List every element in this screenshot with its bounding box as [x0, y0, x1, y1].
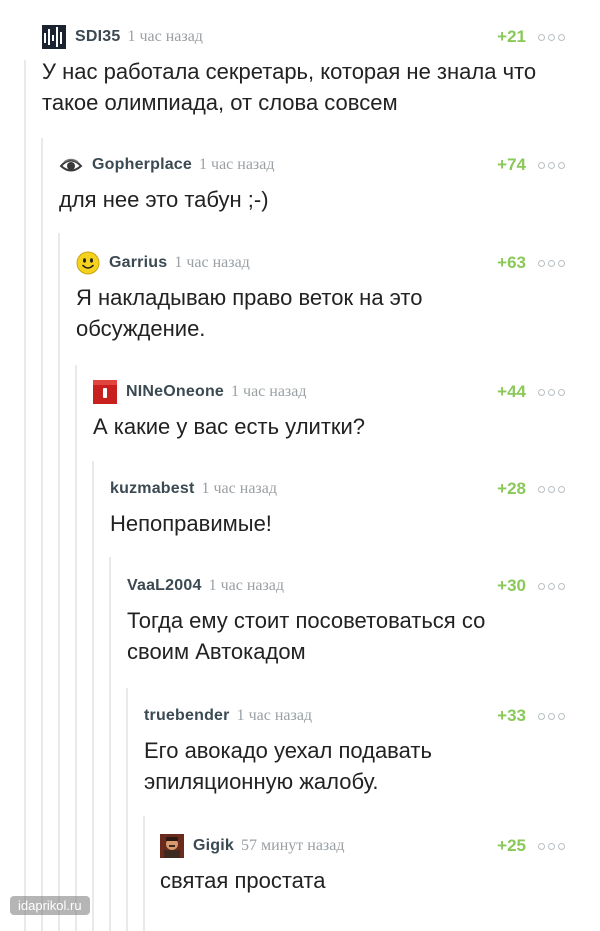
username[interactable]: Garrius [109, 254, 167, 272]
rating: +28 [497, 476, 565, 502]
watermark: idaprikol.ru [10, 896, 90, 915]
comment-header: Gopherplace 1 час назад [59, 152, 275, 178]
score: +74 [497, 155, 526, 174]
more-options-icon[interactable] [538, 33, 565, 41]
timestamp: 1 час назад [127, 28, 203, 45]
comment-text: Я накладываю право веток на это обсужден… [76, 285, 423, 341]
comment-text: А какие у вас есть улитки? [93, 414, 366, 439]
rating: +63 [497, 250, 565, 276]
red-phone-avatar-icon[interactable] [93, 380, 117, 404]
comment-text: святая простата [160, 868, 326, 893]
rating: +30 [497, 573, 565, 599]
thread-line [109, 557, 111, 931]
thread-line [75, 365, 77, 931]
comment-header: Gigik 57 минут назад [160, 833, 344, 859]
score: +21 [497, 27, 526, 46]
score: +28 [497, 479, 526, 498]
rating: +25 [497, 833, 565, 859]
thread-line [24, 60, 26, 931]
score: +30 [497, 576, 526, 595]
timestamp: 1 час назад [231, 383, 307, 400]
username[interactable]: truebender [144, 707, 230, 725]
portrait-avatar-icon[interactable] [160, 834, 184, 858]
comment-text: для нее это табун ;-) [59, 187, 269, 212]
more-options-icon[interactable] [538, 842, 565, 850]
score: +25 [497, 836, 526, 855]
comment-text: Непоправимые! [110, 511, 272, 536]
timestamp: 1 час назад [236, 707, 313, 724]
rating: +74 [497, 152, 565, 178]
thread-line [41, 138, 43, 931]
eye-logo-avatar-icon[interactable] [59, 153, 83, 177]
username[interactable]: Gigik [193, 837, 234, 855]
thread-line [143, 816, 145, 931]
username[interactable]: kuzmabest [110, 480, 195, 498]
more-options-icon[interactable] [538, 485, 565, 493]
score: +44 [497, 382, 526, 401]
timestamp: 57 минут назад [241, 837, 345, 854]
comment-header: truebender 1 час назад [144, 703, 312, 729]
username[interactable]: SDI35 [75, 28, 120, 46]
comment-header: Garrius 1 час назад [76, 250, 250, 276]
score: +63 [497, 253, 526, 272]
thread-line [92, 461, 94, 931]
username[interactable]: NINeOneone [126, 383, 224, 401]
comment-text: Тогда ему стоит посоветоваться со своим … [127, 608, 486, 664]
comment-header: kuzmabest 1 час назад [110, 476, 277, 502]
comment-header: VaaL2004 1 час назад [127, 573, 284, 599]
timestamp: 1 час назад [208, 577, 285, 594]
comment-header: NINeOneone 1 час назад [93, 379, 307, 405]
more-options-icon[interactable] [538, 161, 565, 169]
more-options-icon[interactable] [538, 712, 565, 720]
equalizer-avatar-icon[interactable] [42, 25, 66, 49]
timestamp: 1 час назад [199, 156, 275, 173]
more-options-icon[interactable] [538, 259, 565, 267]
smiley-face-avatar-icon[interactable] [76, 251, 100, 275]
rating: +21 [497, 24, 565, 50]
timestamp: 1 час назад [201, 480, 277, 497]
thread-line [126, 688, 128, 931]
comment-text: Его авокадо уехал подавать эпиляционную … [144, 738, 432, 794]
score: +33 [497, 706, 526, 725]
more-options-icon[interactable] [538, 582, 565, 590]
rating: +33 [497, 703, 565, 729]
rating: +44 [497, 379, 565, 405]
username[interactable]: VaaL2004 [127, 577, 202, 595]
comment-header: SDI35 1 час назад [42, 24, 203, 50]
username[interactable]: Gopherplace [92, 156, 192, 174]
comment-text: У нас работала секретарь, которая не зна… [42, 59, 537, 115]
thread-line [58, 233, 60, 931]
more-options-icon[interactable] [538, 388, 565, 396]
timestamp: 1 час назад [174, 254, 250, 271]
